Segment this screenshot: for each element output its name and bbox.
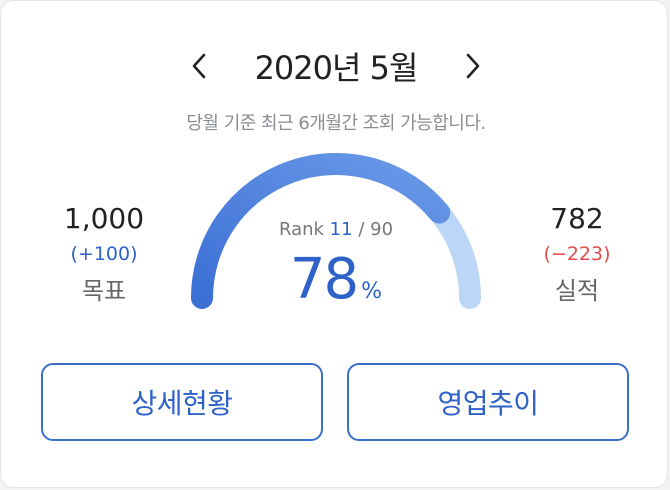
next-month-button[interactable] bbox=[453, 46, 493, 86]
actual-summary: 782 (−223) 실적 bbox=[502, 201, 652, 309]
sales-summary-card: 2020년 5월 당월 기준 최근 6개월간 조회 가능합니다. 1,000 (… bbox=[0, 0, 668, 488]
actual-diff: (−223) bbox=[543, 243, 611, 265]
percent-unit: % bbox=[361, 279, 383, 304]
chevron-left-icon bbox=[192, 53, 205, 79]
rank-label: Rank bbox=[278, 219, 324, 240]
sales-trend-button[interactable]: 영업추이 bbox=[347, 363, 629, 441]
month-title: 2020년 5월 bbox=[254, 49, 419, 87]
achievement-percent: 78% bbox=[236, 245, 436, 315]
target-label: 목표 bbox=[81, 277, 127, 305]
rank-total: 90 bbox=[370, 219, 394, 240]
rank-value: 11 bbox=[329, 219, 353, 240]
actual-label: 실적 bbox=[554, 277, 600, 305]
rank-separator: / bbox=[358, 219, 365, 240]
prev-month-button[interactable] bbox=[179, 46, 219, 86]
rank-display: Rank 11 / 90 bbox=[236, 219, 436, 240]
actual-value: 782 bbox=[550, 202, 604, 235]
month-selector: 2020년 5월 bbox=[1, 41, 670, 91]
detail-status-button[interactable]: 상세현황 bbox=[41, 363, 323, 441]
target-value: 1,000 bbox=[63, 202, 145, 235]
chevron-right-icon bbox=[467, 53, 480, 79]
target-summary: 1,000 (+100) 목표 bbox=[29, 201, 179, 309]
target-diff: (+100) bbox=[70, 243, 138, 265]
percent-value: 78 bbox=[289, 247, 359, 312]
period-notice: 당월 기준 최근 6개월간 조회 가능합니다. bbox=[186, 113, 486, 134]
